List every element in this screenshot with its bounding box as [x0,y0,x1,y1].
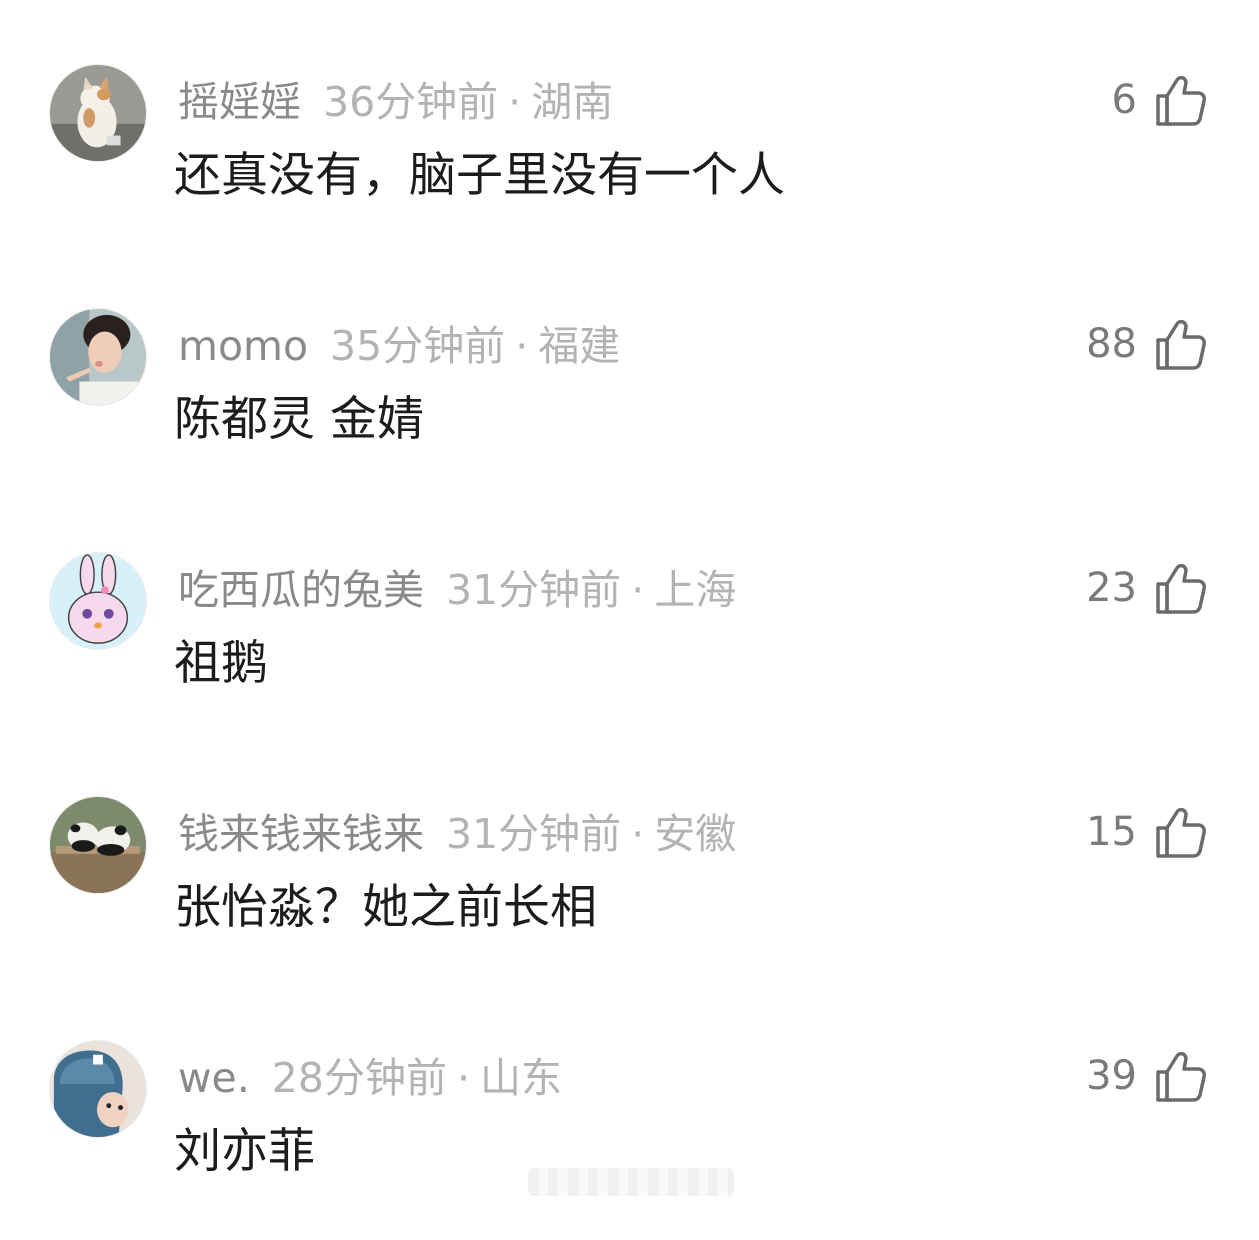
cat-avatar-image [50,65,146,161]
avatar[interactable] [49,308,147,406]
comment-text[interactable]: 祖鹅 [174,632,268,696]
comment-meta: 摇婬婬 36分钟前 · 湖南 [178,74,613,130]
thumbs-up-icon [1156,807,1206,858]
separator-dot: · [515,322,529,370]
comment-list: 摇婬婬 36分钟前 · 湖南 还真没有，脑子里没有一个人 6 momo 35分钟… [0,0,1259,1213]
thumbs-up-icon [1156,563,1206,614]
avatar[interactable] [49,552,147,650]
username[interactable]: momo [178,322,308,370]
like-count: 39 [1086,1053,1137,1099]
girl-avatar-image [50,309,146,405]
comment-time: 36分钟前 [323,78,499,126]
comment-item: 摇婬婬 36分钟前 · 湖南 还真没有，脑子里没有一个人 6 [0,64,1259,264]
ip-region: 安徽 [654,810,737,858]
separator-dot: · [508,78,522,126]
username[interactable]: we. [178,1054,250,1102]
ip-region: 福建 [538,322,621,370]
ip-region: 上海 [654,566,737,614]
comment-item: momo 35分钟前 · 福建 陈都灵 金婧 88 [0,308,1259,508]
comment-text[interactable]: 陈都灵 金婧 [174,388,424,452]
username[interactable]: 吃西瓜的兔美 [178,566,424,614]
kid-avatar-image [50,1041,146,1137]
comment-meta: 钱来钱来钱来 31分钟前 · 安徽 [178,806,736,862]
like-count: 15 [1086,809,1137,855]
separator-dot: · [456,1054,471,1102]
avatar[interactable] [49,1040,147,1138]
comment-text[interactable]: 还真没有，脑子里没有一个人 [174,144,785,208]
comment-item: 吃西瓜的兔美 31分钟前 · 上海 祖鹅 23 [0,552,1259,752]
rabbit-avatar-image [50,553,146,649]
comment-time: 31分钟前 [446,810,622,858]
username[interactable]: 钱来钱来钱来 [178,810,424,858]
panda-avatar-image [50,797,146,893]
like-button[interactable]: 23 [1086,558,1209,618]
comment-text[interactable]: 刘亦菲 [174,1120,315,1184]
comment-time: 31分钟前 [446,566,622,614]
like-button[interactable]: 6 [1112,70,1209,130]
comment-item: 钱来钱来钱来 31分钟前 · 安徽 张怡淼？她之前长相 15 [0,796,1259,996]
ip-region: 山东 [480,1054,563,1102]
watermark-strip [528,1168,734,1196]
comment-meta: we. 28分钟前 · 山东 [178,1050,562,1106]
username[interactable]: 摇婬婬 [178,78,301,126]
comment-meta: 吃西瓜的兔美 31分钟前 · 上海 [178,562,736,618]
like-button[interactable]: 88 [1086,314,1209,374]
comment-time: 35分钟前 [330,322,506,370]
separator-dot: · [631,810,645,858]
comment-time: 28分钟前 [271,1054,447,1102]
thumbs-up-icon [1156,75,1206,126]
thumbs-up-icon [1156,1051,1206,1102]
like-count: 6 [1111,77,1137,123]
comment-item: we. 28分钟前 · 山东 刘亦菲 39 [0,1040,1259,1240]
like-count: 23 [1086,565,1137,611]
comment-meta: momo 35分钟前 · 福建 [178,318,620,374]
avatar[interactable] [49,796,147,894]
like-button[interactable]: 15 [1086,802,1209,862]
avatar[interactable] [49,64,147,162]
like-count: 88 [1086,321,1137,367]
thumbs-up-icon [1156,319,1206,370]
separator-dot: · [631,566,645,614]
like-button[interactable]: 39 [1086,1046,1209,1106]
comment-text[interactable]: 张怡淼？她之前长相 [174,876,597,940]
ip-region: 湖南 [531,78,614,126]
